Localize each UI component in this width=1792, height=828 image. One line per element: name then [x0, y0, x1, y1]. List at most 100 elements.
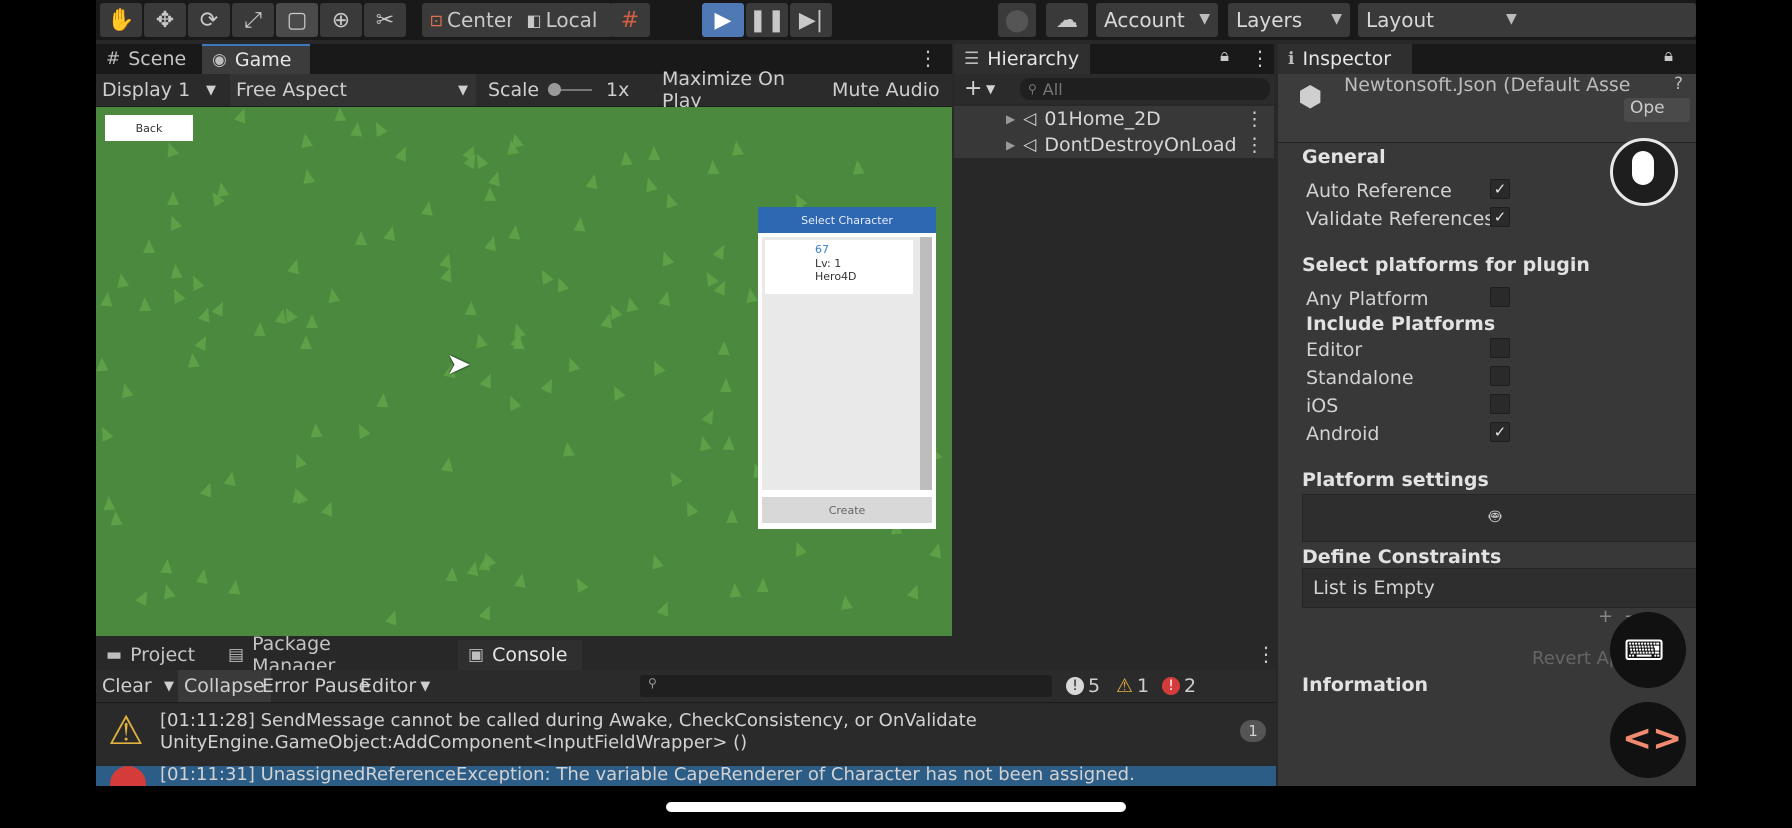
more-icon[interactable]: ⋮ — [1245, 108, 1264, 130]
tab-project[interactable]: ▬ Project — [96, 640, 216, 670]
search-placeholder: All — [1042, 79, 1063, 99]
grass-leaf — [290, 451, 308, 469]
platform-standalone-checkbox[interactable] — [1490, 366, 1510, 386]
add-constraint-icon[interactable]: + — [1598, 606, 1613, 627]
layers-dropdown[interactable]: Layers ▼ — [1228, 3, 1350, 37]
log-filter-toggle[interactable]: ! 5 — [1060, 670, 1106, 702]
grass-leaf — [790, 539, 808, 557]
grass-leaf — [300, 335, 312, 349]
grid-snap-button[interactable]: # — [610, 3, 650, 37]
code-toggle-button[interactable]: <> — [1610, 702, 1686, 778]
display-dropdown[interactable]: Display 1 ▼ — [102, 74, 220, 106]
step-button[interactable]: ▶| — [790, 3, 832, 37]
character-list-scrollbar[interactable] — [920, 237, 932, 490]
cloud-button[interactable]: ☁ — [1046, 3, 1088, 37]
grass-leaf — [195, 568, 211, 584]
custom-tool-icon: ✂ — [375, 7, 395, 33]
more-icon[interactable]: ⋮ — [1245, 134, 1264, 156]
lock-icon[interactable]: 🔒︎ — [1220, 46, 1229, 66]
auto-reference-label: Auto Reference — [1306, 180, 1452, 202]
warning-filter-toggle[interactable]: ⚠ 1 — [1110, 670, 1155, 702]
error-filter-toggle[interactable]: ! 2 — [1156, 670, 1202, 702]
grass-leaf — [160, 582, 176, 600]
hierarchy-search-input[interactable]: ⚲ All — [1020, 78, 1270, 100]
grass-leaf — [504, 139, 520, 155]
game-viewport[interactable]: Back Select Character 67 Lv: 1 Hero4D Cr… — [96, 107, 952, 636]
open-button[interactable]: Ope — [1624, 98, 1690, 122]
hand-tool-button[interactable]: ✋ — [100, 3, 142, 37]
grass-leaf — [513, 572, 529, 588]
editor-dropdown[interactable]: Editor ▼ — [354, 670, 436, 702]
expand-arrow-icon[interactable]: ▶ — [1006, 112, 1015, 126]
help-icon[interactable]: ? — [1674, 74, 1683, 94]
lock-icon[interactable]: 🔒︎ — [1664, 46, 1673, 66]
back-button[interactable]: Back — [105, 115, 193, 141]
grass-leaf — [662, 191, 678, 209]
clear-options-dropdown[interactable]: ▼ — [158, 670, 180, 702]
chevron-down-icon[interactable]: ▼ — [986, 82, 995, 96]
aspect-dropdown[interactable]: Free Aspect ▼ — [230, 74, 476, 106]
more-icon[interactable]: ⋮ — [918, 46, 938, 70]
tab-hierarchy[interactable]: ☰ Hierarchy — [954, 44, 1090, 74]
expand-arrow-icon[interactable]: ▶ — [1006, 138, 1015, 152]
grass-leaf — [466, 559, 482, 577]
transform-tool-button[interactable]: ⊕ — [320, 3, 362, 37]
platform-standalone-label: Standalone — [1306, 367, 1414, 389]
add-icon[interactable]: + — [964, 76, 982, 101]
chevron-down-icon: ▼ — [1331, 11, 1342, 27]
create-button[interactable]: Create — [762, 497, 932, 523]
any-platform-checkbox[interactable] — [1490, 287, 1510, 307]
pivot-icon: ⊡ — [429, 10, 444, 30]
unity-scene-icon: ◁ — [1023, 135, 1037, 155]
grass-leaf — [114, 272, 130, 288]
console-entry-selected[interactable]: [01:11:31] UnassignedReferenceException:… — [96, 764, 1276, 786]
custom-tool-button[interactable]: ✂ — [364, 3, 406, 37]
tab-game[interactable]: ◉ Game — [202, 44, 310, 74]
tab-package-manager[interactable]: ▤ Package Manager — [218, 633, 428, 677]
hierarchy-tabbar: ☰ Hierarchy 🔒︎ ⋮ — [954, 44, 1274, 74]
home-indicator[interactable] — [666, 802, 1126, 812]
hierarchy-item-dontdestroyonload[interactable]: ▶ ◁ DontDestroyOnLoad ⋮ — [954, 132, 1274, 158]
validate-references-label: Validate References — [1306, 208, 1495, 230]
code-icon: <> — [1622, 718, 1683, 759]
move-tool-button[interactable]: ✥ — [144, 3, 186, 37]
platform-editor-checkbox[interactable] — [1490, 338, 1510, 358]
tab-scene[interactable]: # Scene — [96, 44, 200, 74]
platform-ios-checkbox[interactable] — [1490, 394, 1510, 414]
collab-button[interactable]: ⬤ — [998, 3, 1036, 37]
console-search-input[interactable]: ⚲ — [640, 675, 1052, 697]
pivot-mode-toggle[interactable]: ⊡ Center — [422, 3, 522, 37]
pause-button[interactable]: ❚❚ — [746, 3, 788, 37]
keyboard-button[interactable]: ⌨ — [1610, 612, 1686, 688]
rect-tool-button[interactable]: ▢ — [276, 3, 318, 37]
clear-button[interactable]: Clear — [96, 670, 158, 702]
pivot-rotation-toggle[interactable]: ◧ Local — [512, 3, 612, 37]
grass-leaf — [138, 296, 152, 312]
more-icon[interactable]: ⋮ — [1250, 46, 1270, 70]
more-icon[interactable]: ⋮ — [1256, 642, 1276, 666]
mute-audio-toggle[interactable]: Mute Audio — [826, 74, 952, 106]
tab-console[interactable]: ▣ Console — [458, 640, 582, 670]
tab-inspector[interactable]: ℹ Inspector — [1278, 44, 1412, 74]
character-level: Lv: 1 — [815, 257, 842, 270]
layout-dropdown[interactable]: Layout ▼ — [1358, 3, 1696, 37]
mouse-cursor-icon: ➤ — [446, 347, 472, 382]
hierarchy-item-01home-2d[interactable]: ▶ ◁ 01Home_2D ⋮ — [954, 106, 1274, 132]
grass-leaf — [561, 441, 575, 457]
validate-references-checkbox[interactable]: ✓ — [1490, 207, 1510, 227]
scale-slider[interactable] — [548, 74, 598, 106]
platform-android-checkbox[interactable]: ✓ — [1490, 422, 1510, 442]
tab-console-label: Console — [492, 644, 568, 666]
console-entry[interactable]: ⚠ [01:11:28] SendMessage cannot be calle… — [96, 704, 1276, 764]
mouse-mode-button[interactable] — [1610, 138, 1678, 206]
grass-leaf — [383, 224, 399, 242]
rotate-tool-button[interactable]: ⟳ — [188, 3, 230, 37]
maximize-on-play-toggle[interactable]: Maximize On Play — [656, 68, 830, 112]
account-dropdown[interactable]: Account ▼ — [1096, 3, 1218, 37]
auto-reference-checkbox[interactable]: ✓ — [1490, 179, 1510, 199]
play-button[interactable]: ▶ — [702, 3, 744, 37]
character-card[interactable]: 67 Lv: 1 Hero4D — [765, 240, 913, 294]
scale-tool-button[interactable]: ⤢ — [232, 3, 274, 37]
android-icon[interactable]: 🤖︎ — [1489, 503, 1501, 531]
chevron-down-icon: ▼ — [458, 82, 468, 98]
